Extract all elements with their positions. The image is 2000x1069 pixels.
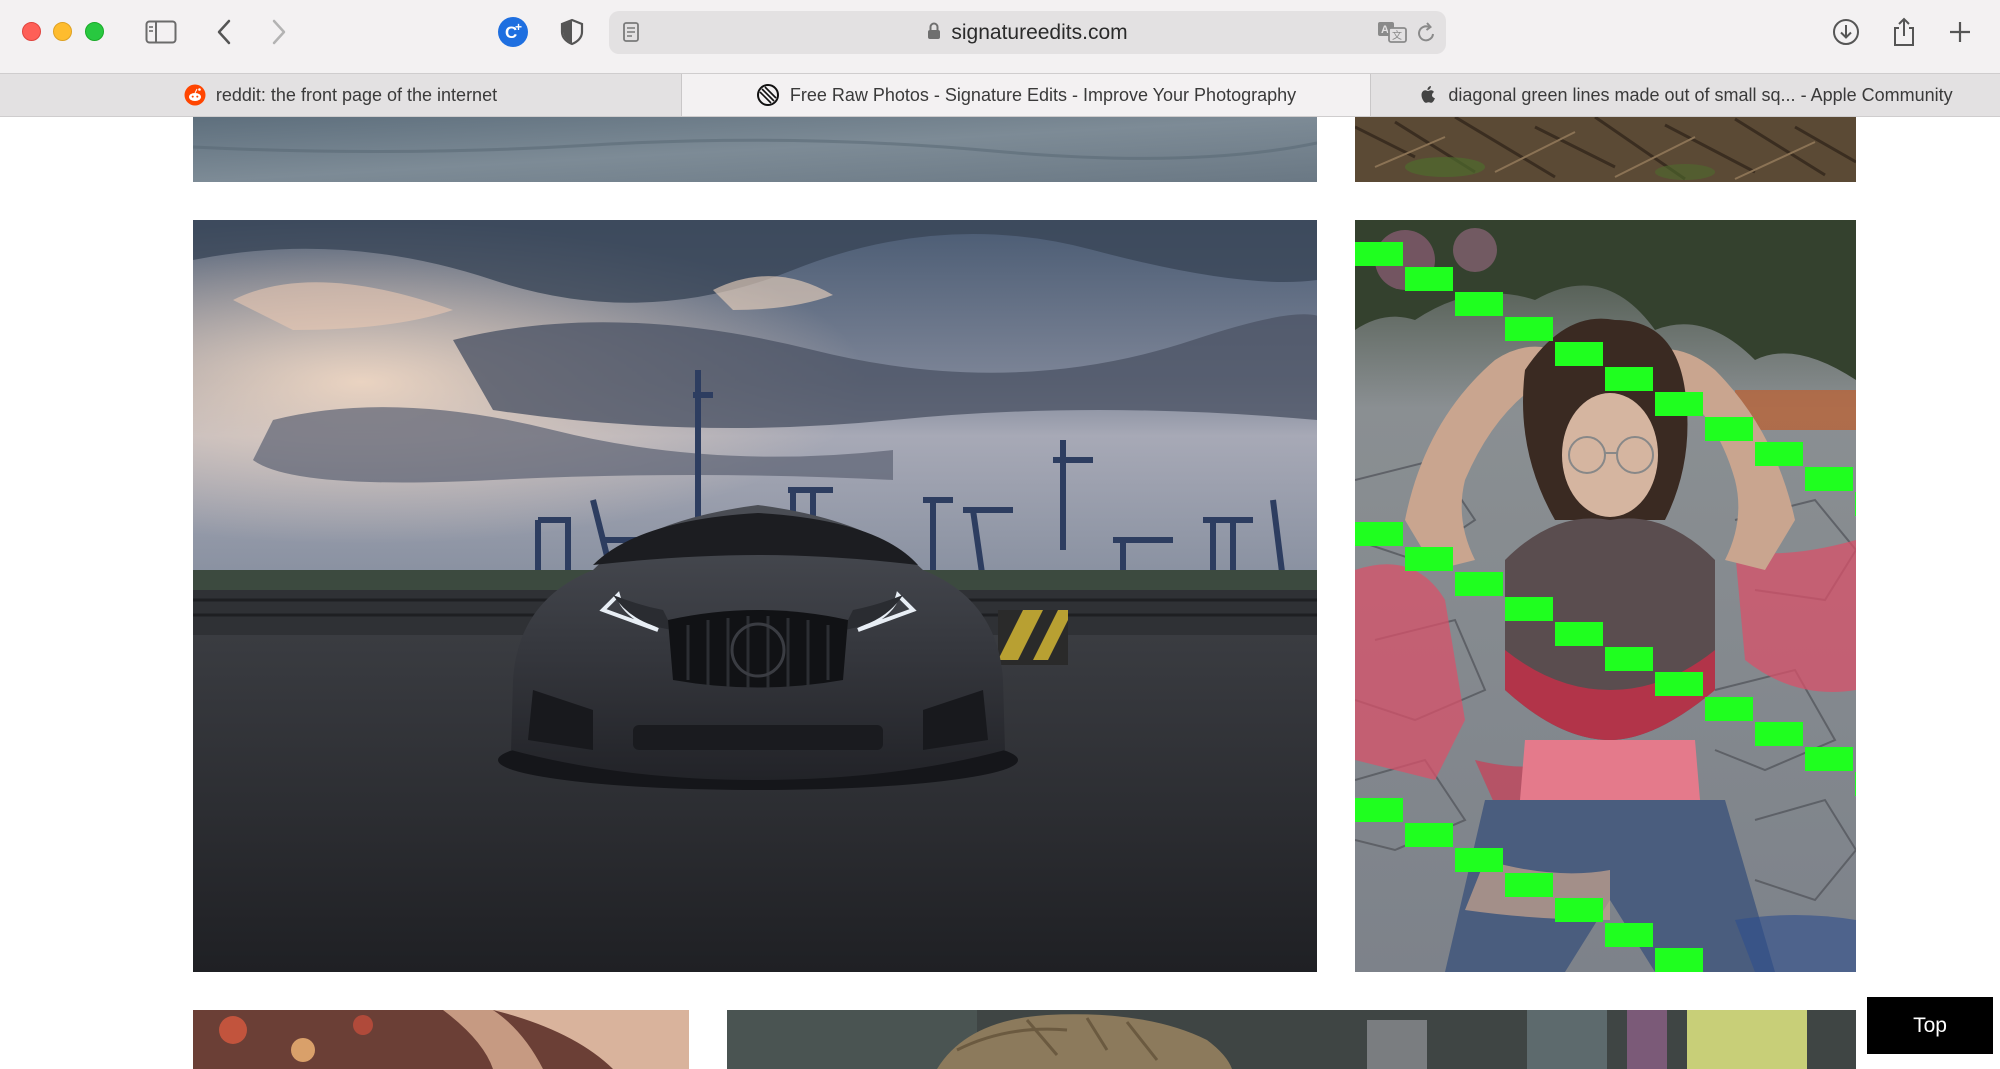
green-square-artifact xyxy=(1455,572,1503,596)
green-square-artifact xyxy=(1505,873,1553,897)
green-square-artifact xyxy=(1855,492,1856,516)
green-square-artifact xyxy=(1855,772,1856,796)
green-square-artifact xyxy=(1355,522,1403,546)
green-square-artifact xyxy=(1755,722,1803,746)
tab-title: Free Raw Photos - Signature Edits - Impr… xyxy=(789,84,1297,105)
green-square-artifact xyxy=(1805,747,1853,771)
green-square-artifact xyxy=(1655,948,1703,972)
tab-title: diagonal green lines made out of small s… xyxy=(1448,84,1953,105)
close-window-button[interactable] xyxy=(22,22,41,41)
translate-icon[interactable]: A文 xyxy=(1377,20,1409,49)
green-square-artifact xyxy=(1505,597,1553,621)
photo-partial-top-right-ground[interactable] xyxy=(1355,117,1856,182)
green-square-artifact xyxy=(1655,672,1703,696)
svg-text:文: 文 xyxy=(1392,29,1402,42)
reload-icon[interactable] xyxy=(1417,22,1437,49)
photo-partial-bottom-left-floral[interactable] xyxy=(193,1010,689,1069)
green-square-artifact xyxy=(1605,647,1653,671)
green-square-artifact xyxy=(1655,392,1703,416)
photo-black-sports-car-at-port[interactable] xyxy=(193,220,1317,972)
green-square-artifact xyxy=(1405,823,1453,847)
zoom-window-button[interactable] xyxy=(85,22,104,41)
address-bar[interactable]: signatureedits.com A文 xyxy=(609,11,1446,54)
back-to-top-button[interactable]: Top xyxy=(1867,997,1993,1054)
tab-bar: reddit: the front page of the internet F… xyxy=(0,73,2000,117)
signature-edits-icon xyxy=(756,83,780,107)
downloads-icon[interactable] xyxy=(1826,12,1866,52)
svg-text:A: A xyxy=(1381,24,1389,36)
green-square-artifact xyxy=(1605,923,1653,947)
green-square-artifact xyxy=(1505,317,1553,341)
reddit-icon xyxy=(184,84,206,106)
green-square-artifact xyxy=(1705,697,1753,721)
share-icon[interactable] xyxy=(1884,12,1924,52)
sidebar-icon[interactable] xyxy=(141,12,181,52)
green-square-artifact xyxy=(1455,292,1503,316)
green-square-artifact xyxy=(1355,798,1403,822)
green-square-artifact xyxy=(1555,622,1603,646)
green-square-artifact xyxy=(1705,417,1753,441)
photo-partial-bottom-right-hair[interactable] xyxy=(727,1010,1856,1069)
browser-toolbar: C + signatureedits.com A文 xyxy=(0,0,2000,73)
minimize-window-button[interactable] xyxy=(53,22,72,41)
green-square-artifact xyxy=(1405,547,1453,571)
green-square-artifact xyxy=(1555,898,1603,922)
tab-signature-edits[interactable]: Free Raw Photos - Signature Edits - Impr… xyxy=(682,74,1370,116)
green-square-artifact xyxy=(1355,242,1403,266)
new-tab-icon[interactable] xyxy=(1940,12,1980,52)
green-square-artifact xyxy=(1805,467,1853,491)
green-square-artifact xyxy=(1405,267,1453,291)
tab-title: reddit: the front page of the internet xyxy=(215,84,498,105)
svg-text:+: + xyxy=(515,20,522,34)
tab-reddit[interactable]: reddit: the front page of the internet xyxy=(0,74,681,116)
apple-icon xyxy=(1418,84,1438,106)
green-square-artifact xyxy=(1455,848,1503,872)
lock-icon xyxy=(927,12,941,55)
green-square-artifact xyxy=(1605,367,1653,391)
url-text: signatureedits.com xyxy=(951,21,1128,44)
green-square-artifact xyxy=(1555,342,1603,366)
extension-c-plus-icon[interactable]: C + xyxy=(493,12,533,52)
privacy-shield-icon[interactable] xyxy=(552,12,592,52)
forward-icon[interactable] xyxy=(259,12,299,52)
green-square-artifact xyxy=(1755,442,1803,466)
back-icon[interactable] xyxy=(204,12,244,52)
photo-partial-top-left-concrete[interactable] xyxy=(193,117,1317,182)
tab-apple-community[interactable]: diagonal green lines made out of small s… xyxy=(1371,74,2000,116)
photo-woman-hands-in-hair[interactable] xyxy=(1355,220,1856,972)
